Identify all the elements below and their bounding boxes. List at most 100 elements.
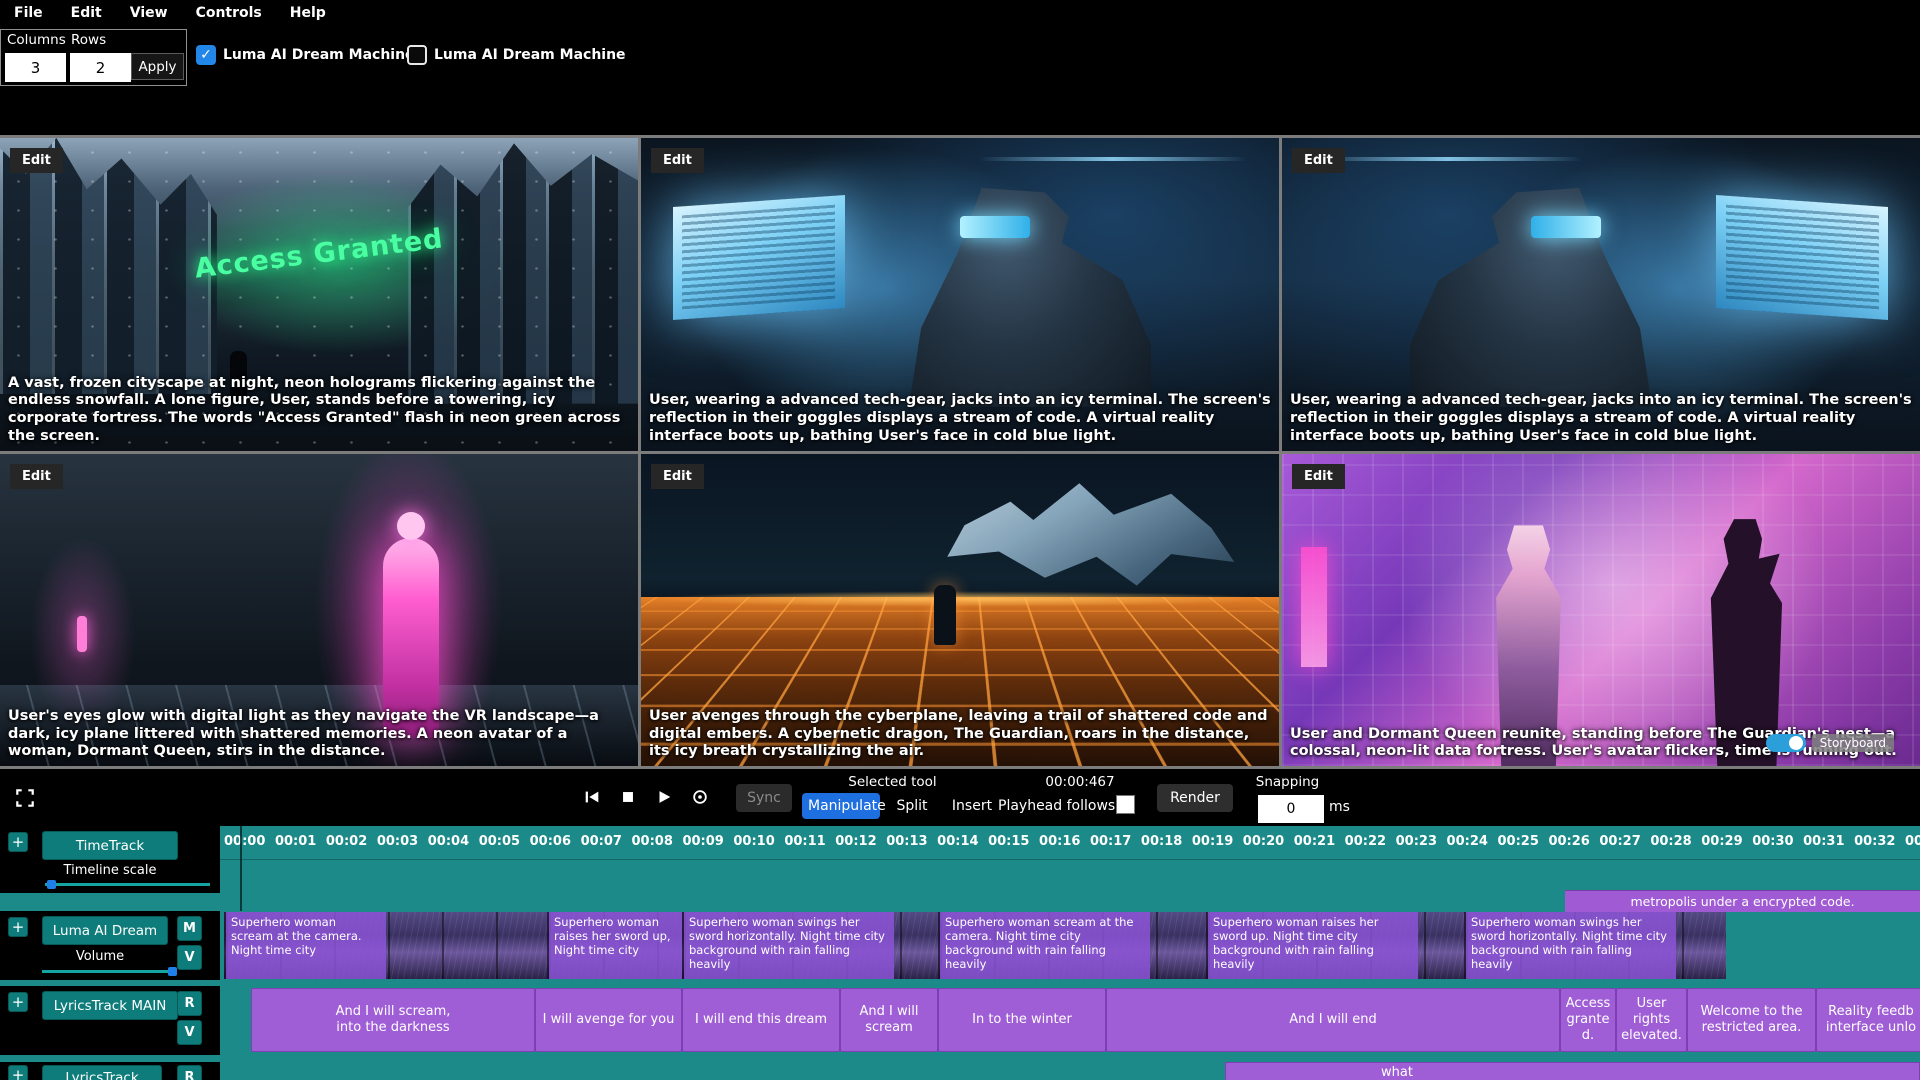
ruler-label: 00:24 [1447,834,1488,849]
luma-checkbox-2[interactable] [407,45,427,65]
menu-item-controls[interactable]: Controls [196,5,262,21]
add-track-button[interactable]: + [8,832,28,852]
edit-button[interactable]: Edit [10,464,63,489]
record-enable-button[interactable]: R [177,991,202,1016]
ruler-label: 00:06 [530,834,571,849]
lyrics-clip[interactable]: Access grante d. [1560,988,1616,1052]
video-track-name-button[interactable]: Luma AI Dream [42,916,168,945]
add-track-button[interactable]: + [8,917,28,937]
lyrics-clip[interactable]: In to the winter [938,988,1106,1052]
lyrics-clip[interactable]: And I will end [1106,988,1560,1052]
storyboard-frame-1[interactable]: Access Granted Edit A vast, frozen citys… [0,138,638,451]
fullscreen-icon [14,787,36,809]
toggle-knob [1789,736,1803,750]
storyboard-frame-6[interactable]: Edit User and Dormant Queen reunite, sta… [1282,454,1920,767]
record-enable-button[interactable]: R [177,1065,202,1080]
timeline-scale-label: Timeline scale [10,863,210,878]
lyrics-main-name-button[interactable]: LyricsTrack MAIN [42,991,178,1020]
playhead-follows-checkbox[interactable] [1116,795,1135,814]
fullscreen-button[interactable] [12,785,38,811]
ruler-label: 00:00 [224,834,265,849]
snapping-input[interactable] [1258,795,1324,823]
volume-slider[interactable] [42,970,177,973]
playback-controls [580,785,712,809]
edit-button[interactable]: Edit [1292,464,1345,489]
video-clip[interactable]: Superhero woman scream at the camera. Ni… [224,912,547,979]
art-distant-figure [77,616,87,652]
storyboard-frame-5[interactable]: Edit User avenges through the cyberplane… [641,454,1279,767]
art-goggles-glow [1531,216,1601,238]
snapping-label: Snapping [1240,774,1335,790]
storyboard-frame-2[interactable]: Edit User, wearing a advanced tech-gear,… [641,138,1279,451]
lyrics2-row: what [0,1062,1920,1080]
video-clip[interactable]: Superhero woman swings her sword horizon… [1464,912,1726,979]
frame-art [1282,454,1920,767]
render-button[interactable]: Render [1157,784,1233,812]
ruler-label: 00:05 [479,834,520,849]
ruler-label: 00:18 [1141,834,1182,849]
manipulate-tool-button[interactable]: Manipulate [802,793,880,819]
lyrics-clip[interactable]: User rights elevated. [1616,988,1687,1052]
luma-checkbox-1[interactable] [196,45,216,65]
edit-button[interactable]: Edit [1292,148,1345,173]
edit-button[interactable]: Edit [651,148,704,173]
skip-to-start-button[interactable] [580,785,604,809]
apply-button[interactable]: Apply [131,53,184,80]
lyrics-clip[interactable]: I will avenge for you [535,988,682,1052]
art-goggles-glow [960,216,1030,238]
mute-button[interactable]: M [177,916,202,941]
record-button[interactable] [688,785,712,809]
art-code-stream [682,205,835,309]
lyrics2-name-button[interactable]: LyricsTrack [42,1065,162,1080]
ruler-label: 00:02 [326,834,367,849]
add-track-button[interactable]: + [8,992,28,1012]
ruler-strip[interactable]: 00:0000:0100:0200:0300:0400:0500:0600:07… [220,826,1920,860]
overflow-lyrics-clip[interactable]: metropolis under a encrypted code. [1565,890,1920,912]
menu-item-file[interactable]: File [14,5,43,21]
edit-button[interactable]: Edit [10,148,63,173]
skip-to-start-icon [583,788,601,806]
menu-item-view[interactable]: View [130,5,168,21]
menu-item-help[interactable]: Help [290,5,326,21]
storyboard-frame-3[interactable]: Edit User, wearing a advanced tech-gear,… [1282,138,1920,451]
playhead-follows-label: Playhead follows [998,798,1115,814]
ruler-label: 00:26 [1548,834,1589,849]
frame-caption: User, wearing a advanced tech-gear, jack… [1290,392,1912,445]
video-clip-label: Superhero woman raises her sword up. Nig… [1208,912,1418,979]
slider-handle[interactable] [168,967,177,976]
video-clip[interactable]: Superhero woman scream at the camera. Ni… [938,912,1206,979]
ruler-label: 00:03 [377,834,418,849]
ruler-label: 00:22 [1345,834,1386,849]
lyrics-clip[interactable]: And I will scream, into the darkness [251,988,535,1052]
rows-input[interactable] [70,53,131,82]
lyrics-clip[interactable]: what [1225,1062,1920,1080]
video-track-row: Superhero woman scream at the camera. Ni… [0,911,1920,980]
edit-button[interactable]: Edit [651,464,704,489]
video-clip[interactable]: Superhero woman swings her sword horizon… [682,912,938,979]
frame-caption: User's eyes glow with digital light as t… [8,708,630,761]
snapping-unit-label: ms [1329,799,1350,815]
insert-tool-button[interactable]: Insert [944,793,1000,819]
menu-item-edit[interactable]: Edit [71,5,102,21]
sync-button[interactable]: Sync [736,784,792,812]
storyboard-frame-4[interactable]: Edit User's eyes glow with digital light… [0,454,638,767]
lyrics-clip[interactable]: I will end this dream [682,988,840,1052]
timetrack-name-button[interactable]: TimeTrack [42,831,178,860]
video-clip[interactable]: Superhero woman raises her sword up, Nig… [547,912,682,979]
slider-handle[interactable] [47,880,56,889]
ruler-label: 00:01 [275,834,316,849]
lyrics-clip[interactable]: And I will scream [840,988,938,1052]
lyrics-clip[interactable]: Reality feedb interface unlo [1816,988,1920,1052]
video-clip[interactable]: Superhero woman raises her sword up. Nig… [1206,912,1464,979]
lyrics-clip[interactable]: Welcome to the restricted area. [1687,988,1816,1052]
add-track-button[interactable]: + [8,1065,28,1080]
columns-input[interactable] [5,53,66,82]
storyboard-toggle[interactable] [1766,734,1806,752]
split-tool-button[interactable]: Split [886,793,938,819]
luma-checkbox-1-label: Luma AI Dream Machine [223,47,415,63]
lyrics-v-button[interactable]: V [177,1020,202,1045]
play-button[interactable] [652,785,676,809]
stop-button[interactable] [616,785,640,809]
timeline-scale-slider[interactable] [45,883,210,886]
playhead[interactable] [240,826,242,911]
